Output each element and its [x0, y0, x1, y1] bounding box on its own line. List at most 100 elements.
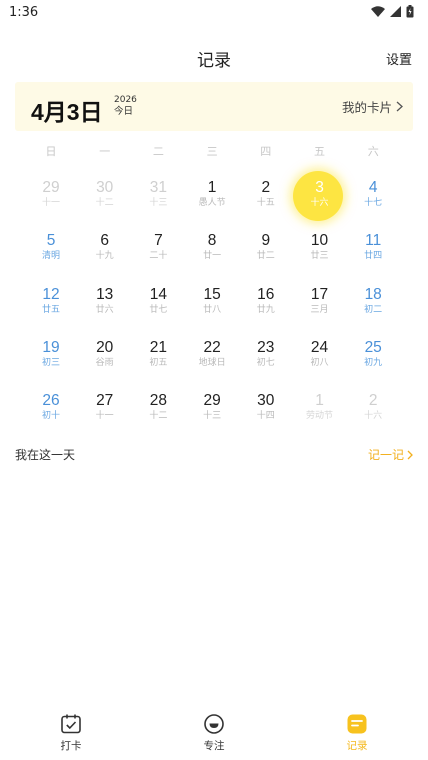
day-number: 9 — [261, 232, 271, 250]
lunar-date: 廿一 — [203, 251, 222, 262]
calendar-day[interactable]: 19 初三 — [24, 324, 78, 372]
calendar-day[interactable]: 10 廿三 — [293, 217, 347, 265]
calendar-day[interactable]: 30 十二 — [78, 164, 132, 212]
day-number: 16 — [257, 285, 275, 303]
lunar-date: 二十 — [149, 251, 168, 262]
weekday-label: 六 — [367, 145, 379, 158]
day-number: 27 — [96, 392, 114, 410]
calendar-day[interactable]: 22 地球日 — [185, 324, 239, 372]
calendar-day[interactable]: 4 十七 — [346, 164, 400, 212]
day-number: 5 — [46, 232, 56, 250]
weekday-label: 日 — [45, 145, 57, 158]
weekday-header: 日一二三四五六 — [0, 140, 428, 160]
year-label: 2026 — [114, 95, 137, 105]
calendar-day[interactable]: 12 廿五 — [24, 271, 78, 319]
lunar-date: 初十 — [41, 411, 60, 422]
weekday-label: 四 — [260, 145, 272, 158]
calendar-day[interactable]: 5 清明 — [24, 217, 78, 265]
day-number: 3 — [315, 179, 324, 196]
calendar-day[interactable]: 27 十一 — [78, 377, 132, 425]
today-label: 今日 — [114, 106, 134, 117]
settings-button[interactable]: 设置 — [386, 49, 412, 68]
day-number: 10 — [310, 232, 329, 250]
lunar-date: 谷雨 — [95, 357, 114, 368]
day-number: 1 — [207, 179, 217, 196]
weekday-label: 五 — [314, 145, 325, 158]
calendar-day[interactable]: 1 愚人节 — [185, 164, 239, 212]
day-number: 18 — [364, 285, 382, 303]
calendar-day[interactable]: 18 初二 — [346, 271, 400, 319]
year-today-stack: 2026 今日 — [114, 94, 137, 118]
lunar-date: 廿六 — [95, 304, 114, 315]
calendar-day[interactable]: 21 初五 — [131, 324, 185, 372]
day-number: 26 — [42, 392, 60, 410]
battery-icon — [406, 5, 414, 18]
calendar-day[interactable]: 20 谷雨 — [78, 324, 132, 372]
record-entry-label: 记一记 — [367, 448, 404, 462]
weekday-label: 三 — [206, 145, 218, 158]
calendar-day[interactable]: 8 廿一 — [185, 217, 239, 265]
lunar-date: 廿八 — [203, 304, 222, 315]
lunar-date: 廿五 — [41, 304, 60, 315]
calendar-day[interactable]: 24 初八 — [293, 324, 347, 372]
lunar-date: 十六 — [310, 198, 329, 208]
calendar-day[interactable]: 28 十二 — [131, 377, 185, 425]
lunar-date: 初五 — [149, 357, 168, 368]
lunar-date: 廿三 — [310, 251, 329, 262]
calendar-day[interactable]: 2 十五 — [239, 164, 293, 212]
date-banner: 4月3日 2026 今日 我的卡片 — [15, 82, 413, 131]
calendar-day[interactable]: 1 劳动节 — [293, 377, 347, 425]
record-entry-button[interactable]: 记一记 — [368, 446, 413, 463]
header: 记录 设置 — [0, 44, 428, 71]
lunar-date: 愚人节 — [198, 198, 226, 208]
my-cards-label: 我的卡片 — [341, 100, 392, 115]
signal-icon — [390, 6, 401, 17]
calendar-day[interactable]: 13 廿六 — [78, 271, 132, 319]
calendar-day[interactable]: 31 十三 — [131, 164, 185, 212]
calendar-day[interactable]: 6 十九 — [78, 217, 132, 265]
calendar-day[interactable]: 23 初七 — [239, 324, 293, 372]
checkin-calendar-icon — [61, 714, 81, 734]
day-number: 22 — [203, 338, 221, 356]
day-number: 14 — [149, 285, 168, 303]
day-number: 13 — [96, 285, 114, 303]
calendar-day[interactable]: 11 廿四 — [346, 217, 400, 265]
calendar-day[interactable]: 9 廿二 — [239, 217, 293, 265]
on-this-day-label: 我在这一天 — [15, 448, 76, 462]
lunar-date: 廿四 — [364, 251, 383, 262]
lunar-date: 初二 — [364, 304, 383, 315]
lunar-date: 十六 — [364, 411, 383, 422]
calendar-day[interactable]: 25 初九 — [346, 324, 400, 372]
lunar-date: 三月 — [310, 304, 329, 315]
calendar-day[interactable]: 26 初十 — [24, 377, 78, 425]
calendar-day[interactable]: 29 十一 — [24, 164, 78, 212]
my-cards-link[interactable]: 我的卡片 — [342, 97, 403, 116]
calendar-day[interactable]: 29 十三 — [185, 377, 239, 425]
tab-record[interactable]: 记录 — [307, 705, 407, 760]
tab-checkin[interactable]: 打卡 — [21, 705, 121, 760]
calendar-day[interactable]: 14 廿七 — [131, 271, 185, 319]
weekday-label: 一 — [99, 145, 111, 158]
page-title: 记录 — [197, 51, 231, 71]
lunar-date: 十一 — [41, 198, 60, 208]
lunar-date: 廿二 — [256, 251, 275, 262]
calendar-day[interactable]: 16 廿九 — [239, 271, 293, 319]
calendar-day[interactable]: 2 十六 — [346, 377, 400, 425]
calendar-day-selected[interactable]: 3 十六 — [292, 164, 347, 221]
tab-record-label: 记录 — [346, 740, 368, 752]
status-icons — [371, 5, 414, 18]
tab-focus-label: 专注 — [203, 740, 225, 752]
lunar-date: 十三 — [203, 411, 222, 422]
calendar-day[interactable]: 7 二十 — [131, 217, 185, 265]
calendar-day[interactable]: 17 三月 — [293, 271, 347, 319]
day-number: 4 — [368, 179, 378, 196]
day-number: 2 — [261, 179, 271, 196]
day-number: 30 — [96, 179, 114, 196]
tab-focus[interactable]: 专注 — [164, 705, 264, 760]
calendar-day[interactable]: 30 十四 — [239, 377, 293, 425]
focus-face-icon — [204, 714, 224, 734]
calendar-day[interactable]: 15 廿八 — [185, 271, 239, 319]
selected-date: 4月3日 — [31, 99, 103, 125]
day-number: 21 — [149, 338, 168, 356]
weekday-label: 二 — [152, 145, 164, 158]
